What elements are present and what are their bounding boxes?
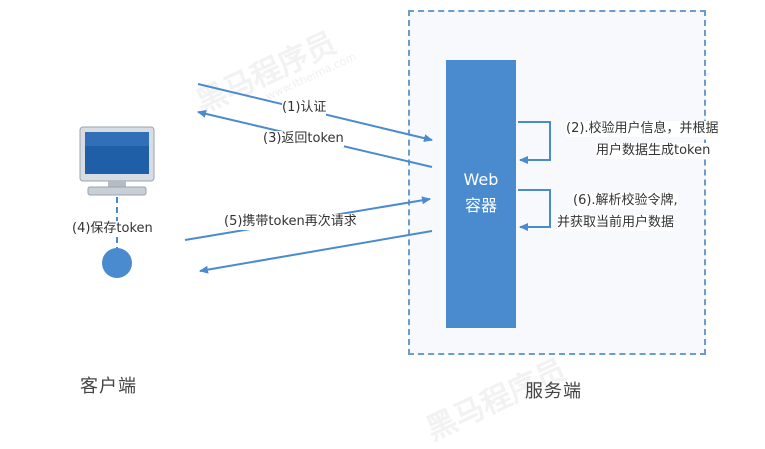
label-step6-line2: 并获取当前用户数据 bbox=[557, 215, 675, 231]
label-step1: (1)认证 bbox=[282, 100, 327, 116]
loop-step2 bbox=[518, 121, 551, 164]
client-storage-circle bbox=[102, 248, 132, 278]
label-step4: (4)保存token bbox=[72, 221, 153, 237]
label-step3: (3)返回token bbox=[263, 131, 344, 147]
label-step2-line2: 用户数据生成token bbox=[596, 143, 711, 159]
label-step6-line1: (6).解析校验令牌, bbox=[573, 193, 678, 209]
label-step5: (5)携带token再次请求 bbox=[224, 214, 357, 230]
computer-monitor-icon bbox=[79, 126, 155, 196]
server-side-label: 服务端 bbox=[525, 381, 582, 402]
client-side-label: 客户端 bbox=[80, 376, 137, 397]
arrow-response bbox=[199, 230, 433, 274]
loop-step6 bbox=[518, 189, 551, 231]
label-step2-line1: (2).校验用户信息，并根据 bbox=[566, 121, 719, 137]
